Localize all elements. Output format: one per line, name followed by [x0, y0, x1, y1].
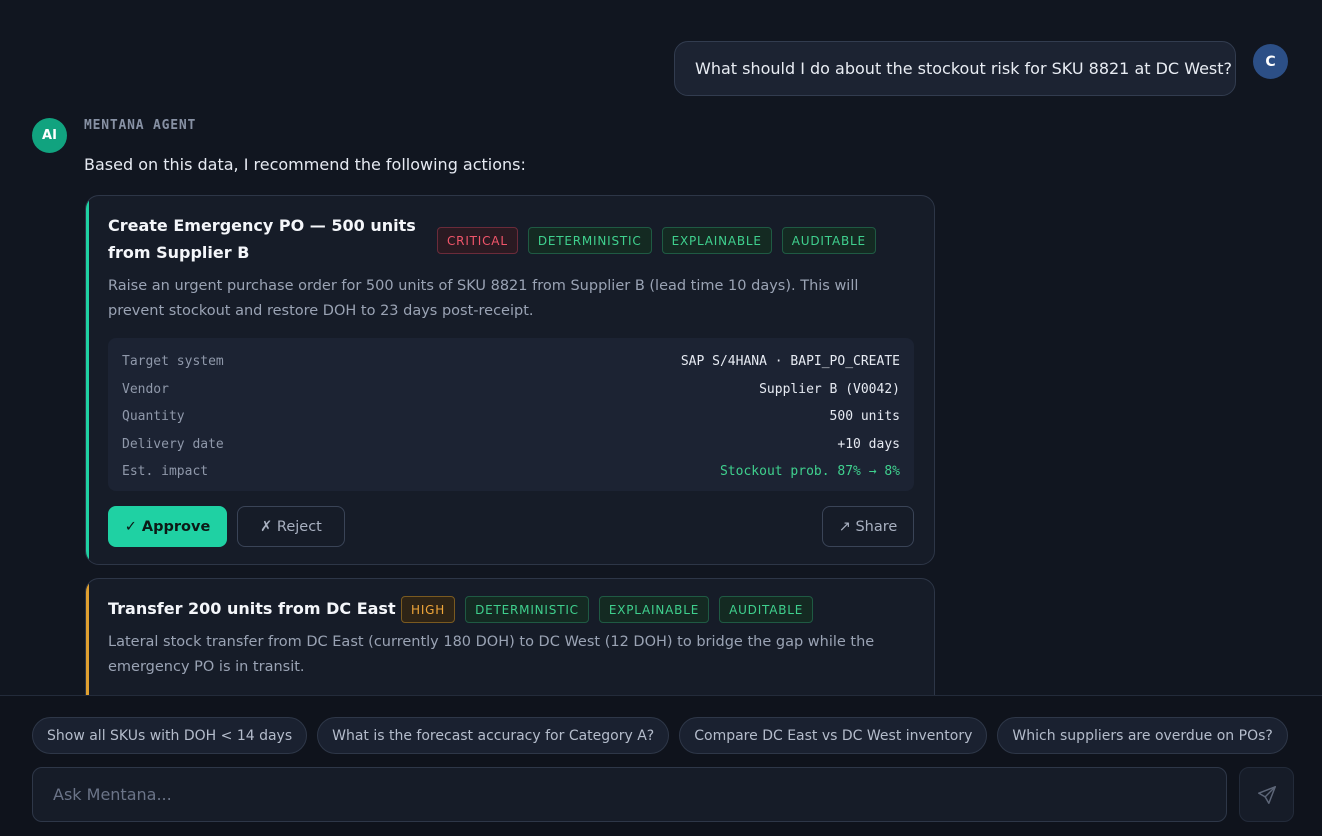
tag-explainable: EXPLAINABLE [598, 596, 710, 623]
action-description: Lateral stock transfer from DC East (cur… [108, 634, 875, 675]
send-button[interactable] [1239, 767, 1294, 822]
tag-deterministic: DETERMINISTIC [527, 227, 652, 254]
detail-row-vendor: Vendor Supplier B (V0042) [122, 376, 900, 404]
action-card-transfer: Transfer 200 units from DC East HIGH DET… [85, 578, 935, 695]
composer-bar: Show all SKUs with DOH < 14 days What is… [0, 695, 1322, 836]
suggestion-chip[interactable]: Compare DC East vs DC West inventory [679, 717, 988, 754]
detail-value: 500 units [829, 409, 900, 425]
suggestion-chips: Show all SKUs with DOH < 14 days What is… [32, 717, 1288, 754]
detail-key: Est. impact [122, 464, 209, 480]
suggestion-chip[interactable]: Which suppliers are overdue on POs? [997, 717, 1288, 754]
message-input[interactable] [53, 768, 1226, 821]
action-title: Create Emergency PO — 500 units from Sup… [108, 216, 416, 262]
detail-value-impact: Stockout prob. 87% → 8% [719, 464, 900, 480]
approve-button[interactable]: ✓ Approve [108, 506, 227, 547]
detail-key: Target system [122, 354, 224, 370]
user-message: What should I do about the stockout risk… [674, 41, 1236, 96]
detail-value: SAP S/4HANA · BAPI_PO_CREATE [680, 354, 900, 370]
detail-key: Quantity [122, 409, 185, 425]
detail-row-delivery-date: Delivery date +10 days [122, 431, 900, 459]
agent-name: MENTANA AGENT [84, 118, 197, 133]
agent-avatar: AI [32, 118, 67, 153]
action-card-emergency-po: Create Emergency PO — 500 units from Sup… [85, 195, 935, 565]
tag-deterministic: DETERMINISTIC [465, 596, 589, 623]
tag-auditable: AUDITABLE [719, 596, 814, 623]
detail-key: Delivery date [122, 436, 224, 452]
chat-app: What should I do about the stockout risk… [0, 0, 1322, 836]
detail-row-quantity: Quantity 500 units [122, 403, 900, 431]
reject-button[interactable]: ✗ Reject [237, 506, 345, 547]
send-icon [1257, 785, 1276, 804]
user-avatar[interactable]: C [1253, 44, 1288, 79]
detail-row-target-system: Target system SAP S/4HANA · BAPI_PO_CREA… [122, 348, 900, 376]
suggestion-chip[interactable]: What is the forecast accuracy for Catego… [317, 717, 670, 754]
tag-auditable: AUDITABLE [781, 227, 876, 254]
share-button[interactable]: ↗ Share [822, 506, 914, 547]
action-tags: CRITICAL DETERMINISTIC EXPLAINABLE AUDIT… [437, 227, 876, 254]
message-input-box [32, 767, 1227, 822]
detail-value: +10 days [837, 436, 900, 452]
action-title: Transfer 200 units from DC East [108, 599, 396, 618]
action-details: Target system SAP S/4HANA · BAPI_PO_CREA… [108, 338, 914, 491]
action-tags: HIGH DETERMINISTIC EXPLAINABLE AUDITABLE [401, 596, 814, 623]
conversation: What should I do about the stockout risk… [0, 0, 1322, 695]
suggestion-chip[interactable]: Show all SKUs with DOH < 14 days [32, 717, 308, 754]
agent-intro-text: Based on this data, I recommend the foll… [84, 155, 526, 174]
detail-row-est-impact: Est. impact Stockout prob. 87% → 8% [122, 458, 900, 486]
user-message-text: What should I do about the stockout risk… [695, 59, 1233, 78]
priority-badge-high: HIGH [401, 596, 456, 623]
tag-explainable: EXPLAINABLE [661, 227, 772, 254]
action-description: Raise an urgent purchase order for 500 u… [108, 278, 859, 319]
priority-badge-critical: CRITICAL [437, 227, 518, 254]
detail-key: Vendor [122, 381, 169, 397]
detail-value: Supplier B (V0042) [759, 381, 900, 397]
